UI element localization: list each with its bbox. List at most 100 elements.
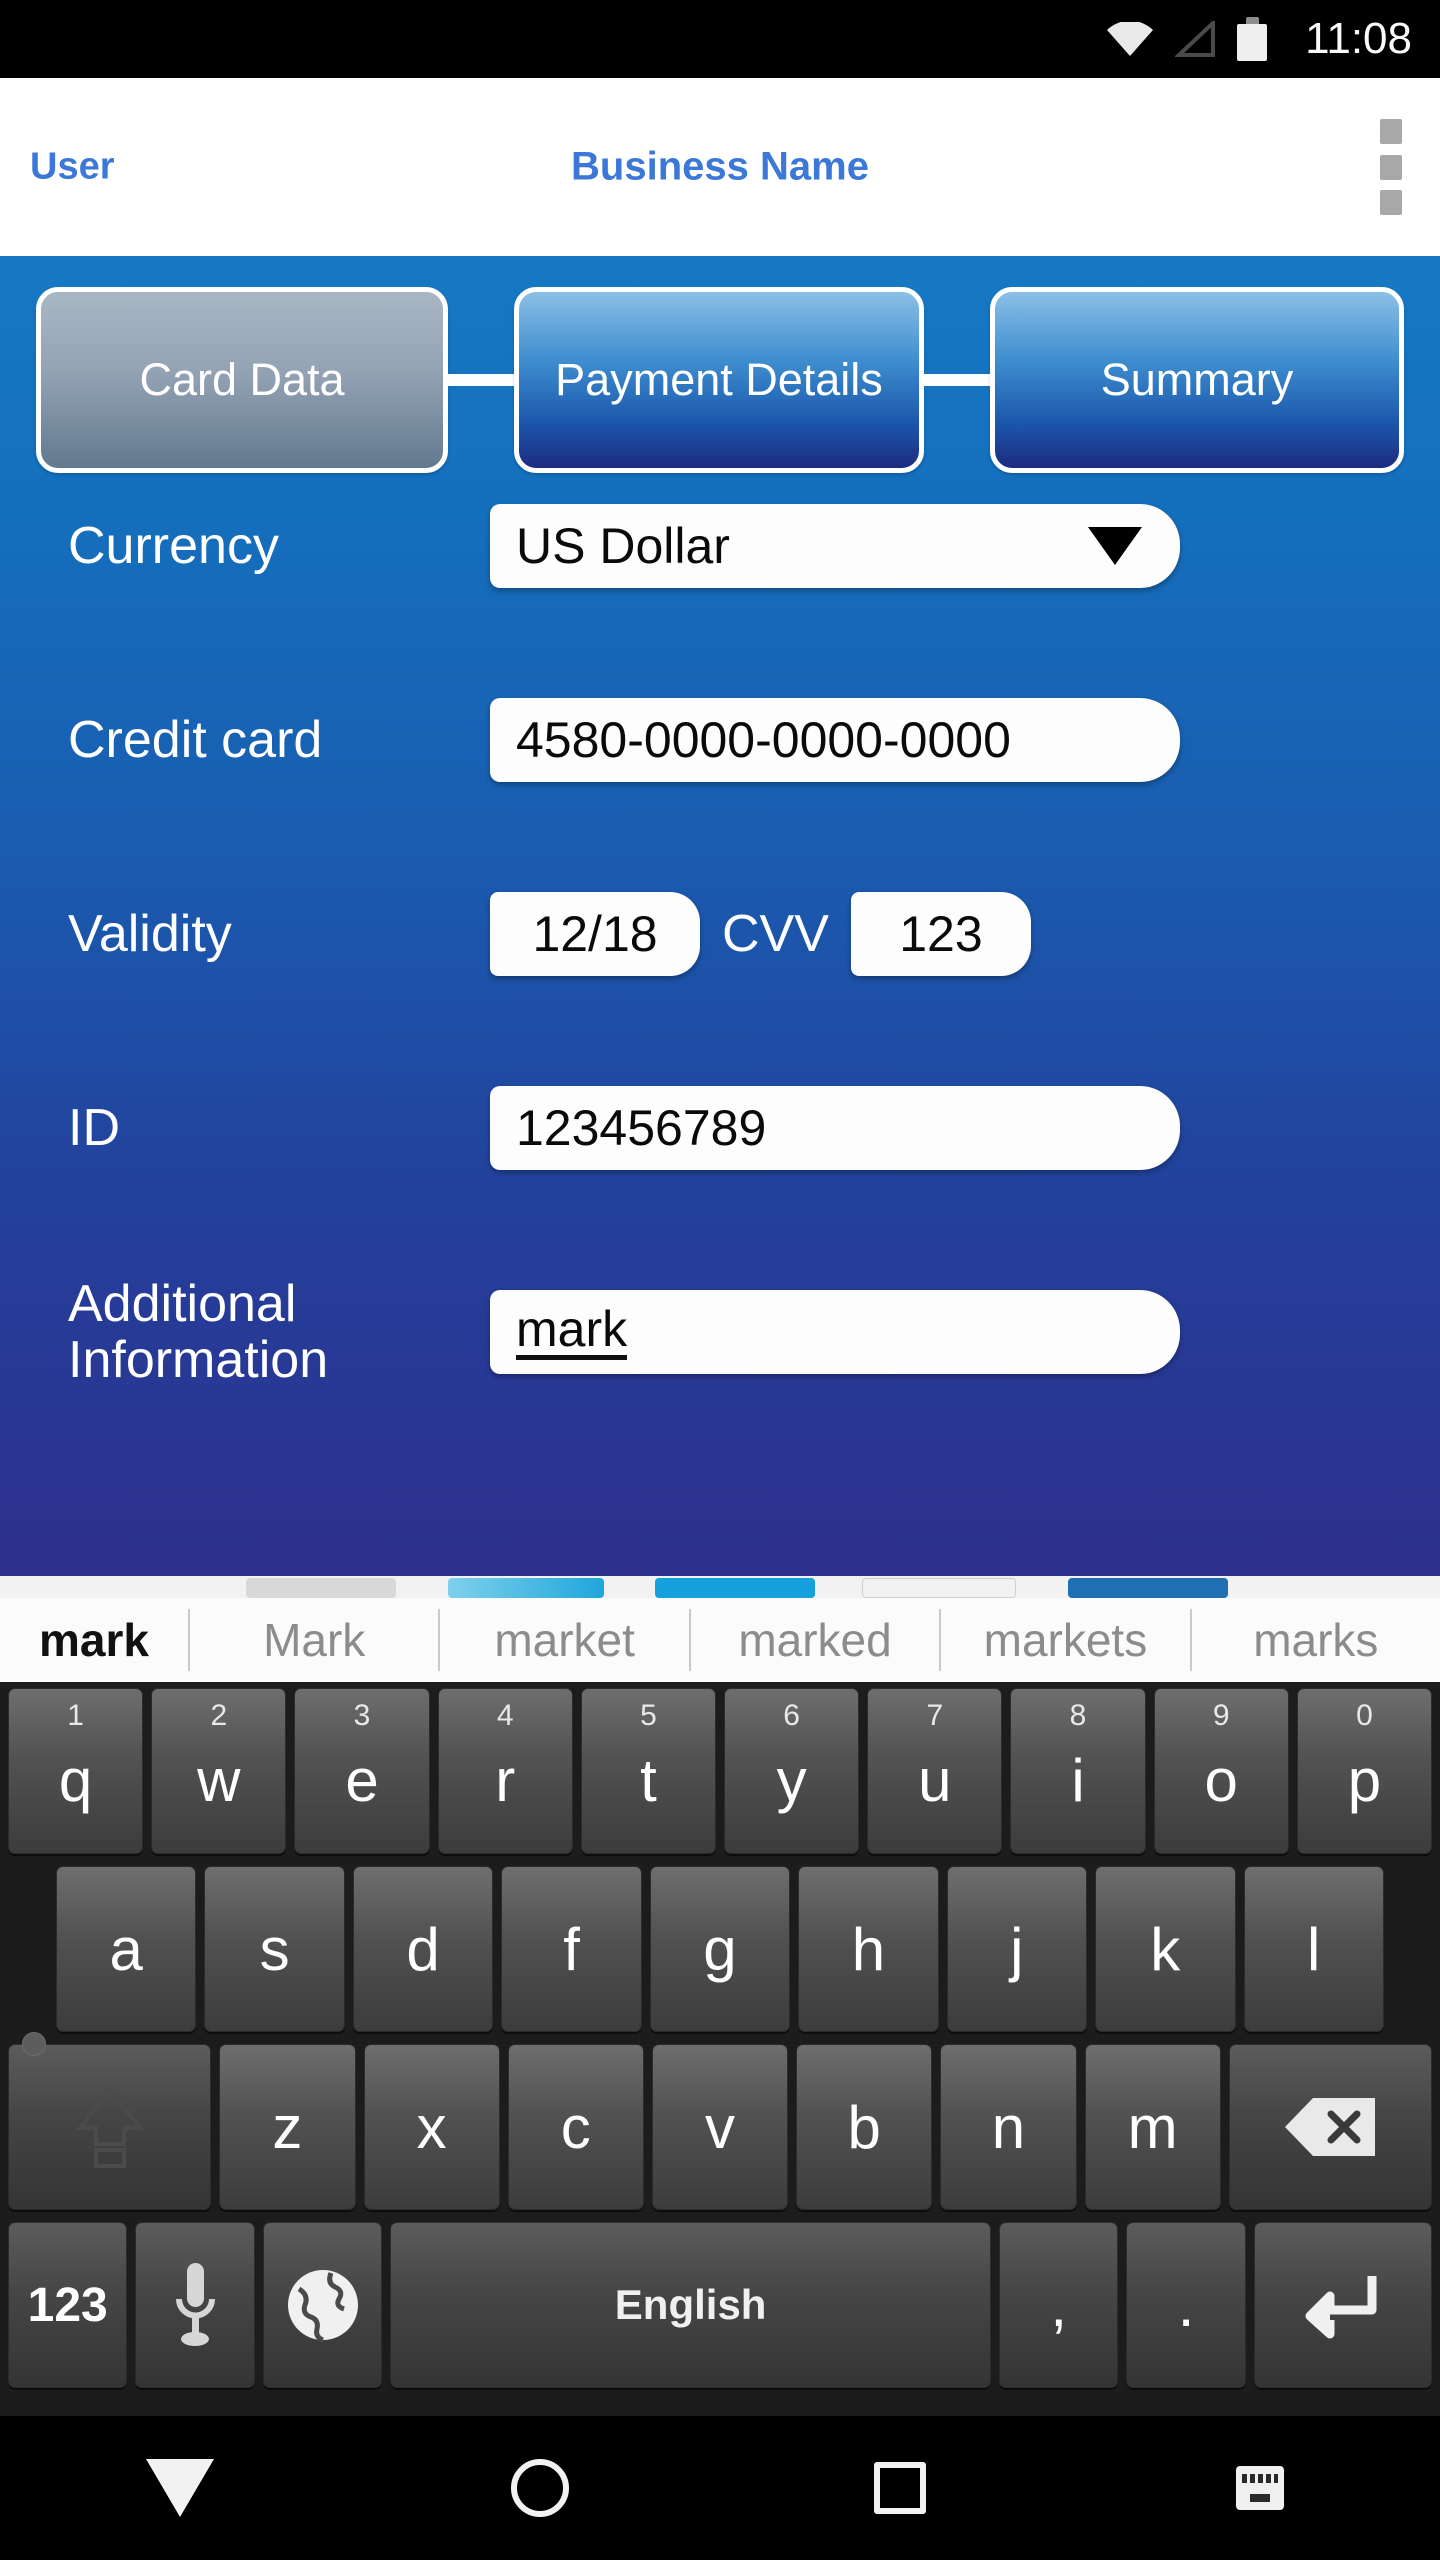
key-v[interactable]: v (651, 2044, 789, 2210)
suggestion-item[interactable]: markets (941, 1609, 1192, 1671)
key-t[interactable]: 5t (580, 1688, 717, 1854)
key-s[interactable]: s (204, 1866, 345, 2032)
key-o[interactable]: 9o (1153, 1688, 1289, 1854)
cell-signal-icon (1174, 18, 1216, 57)
overflow-menu-icon[interactable] (1378, 119, 1404, 215)
nav-home-button[interactable] (360, 2416, 720, 2560)
validity-input[interactable]: 12/18 (490, 892, 700, 976)
suggestion-item[interactable]: market (440, 1609, 691, 1671)
nav-recents-icon (874, 2462, 926, 2514)
key-hint: 2 (210, 1699, 228, 1732)
key-n[interactable]: n (940, 2044, 1077, 2210)
key-q[interactable]: 1q (8, 1688, 144, 1854)
app-thumb-2 (448, 1578, 604, 1598)
key-i[interactable]: 8i (1010, 1688, 1146, 1854)
key-g[interactable]: g (649, 1866, 791, 2032)
key-k[interactable]: k (1095, 1866, 1236, 2032)
keyboard-row-1: 1q 2w 3e 4r 5t 6y 7u 8i 9o 0p (0, 1682, 1440, 1860)
credit-card-value: 4580-0000-0000-0000 (516, 712, 1011, 768)
step-connector-2 (924, 374, 990, 386)
card-data-form: Currency US Dollar Credit card 4580-0000… (0, 504, 1440, 1388)
step-connector-1 (448, 374, 514, 386)
key-u[interactable]: 7u (867, 1688, 1003, 1854)
app-thumb-3 (655, 1578, 815, 1598)
status-icons: 11:08 (1107, 14, 1412, 64)
key-a[interactable]: a (56, 1866, 197, 2032)
key-j[interactable]: j (946, 1866, 1088, 2032)
microphone-icon (171, 2259, 219, 2351)
key-m[interactable]: m (1084, 2044, 1221, 2210)
id-input[interactable]: 123456789 (490, 1086, 1180, 1170)
key-b[interactable]: b (796, 2044, 933, 2210)
key-f[interactable]: f (501, 1866, 642, 2032)
key-h[interactable]: h (798, 1866, 939, 2032)
app-bar-user-label[interactable]: User (30, 146, 115, 189)
credit-card-row: Credit card 4580-0000-0000-0000 (0, 698, 1440, 782)
period-key[interactable]: . (1126, 2222, 1246, 2388)
validity-label: Validity (68, 904, 232, 963)
step-tab-card-data[interactable]: Card Data (36, 287, 448, 473)
shift-state-dot (21, 2032, 46, 2056)
additional-information-input[interactable]: mark (490, 1290, 1180, 1375)
nav-keyboard-icon (1234, 2464, 1286, 2512)
suggestion-item[interactable]: Mark (190, 1609, 441, 1671)
cvv-label: CVV (722, 905, 829, 963)
id-value: 123456789 (516, 1100, 767, 1156)
shift-icon (21, 2032, 146, 2170)
chevron-down-icon (1088, 527, 1142, 565)
cvv-value: 123 (899, 906, 983, 962)
step-indicator: Card Data Payment Details Summary (0, 280, 1440, 480)
key-d[interactable]: d (352, 1866, 494, 2032)
app-thumb-1 (246, 1578, 396, 1598)
key-r[interactable]: 4r (437, 1688, 573, 1854)
status-clock: 11:08 (1305, 14, 1412, 63)
nav-recents-button[interactable] (720, 2416, 1080, 2560)
key-hint: 0 (1356, 1699, 1373, 1732)
enter-key[interactable] (1253, 2222, 1432, 2388)
nav-home-icon (511, 2459, 569, 2517)
key-hint: 6 (783, 1699, 800, 1732)
currency-value: US Dollar (516, 518, 730, 574)
key-w[interactable]: 2w (151, 1688, 287, 1854)
nav-back-icon (146, 2459, 214, 2517)
enter-key-icon (1304, 2270, 1382, 2340)
key-p[interactable]: 0p (1296, 1688, 1433, 1854)
battery-icon (1237, 17, 1268, 61)
voice-input-key[interactable] (135, 2222, 255, 2388)
language-switch-key[interactable] (262, 2222, 383, 2388)
key-c[interactable]: c (507, 2044, 644, 2210)
id-row: ID 123456789 (0, 1086, 1440, 1170)
key-x[interactable]: x (363, 2044, 500, 2210)
shift-key[interactable] (8, 2032, 212, 2210)
credit-card-input[interactable]: 4580-0000-0000-0000 (490, 698, 1180, 782)
app-bar: User Business Name (0, 78, 1440, 256)
backspace-key[interactable] (1228, 2044, 1433, 2210)
cvv-input[interactable]: 123 (850, 892, 1031, 976)
app-thumb-4 (862, 1578, 1016, 1598)
soft-keyboard: mark Mark market marked markets marks 1q… (0, 1576, 1440, 2416)
keyboard-row-4: 123 English , . (0, 2216, 1440, 2394)
nav-keyboard-button[interactable] (1080, 2416, 1440, 2560)
comma-key[interactable]: , (999, 2222, 1119, 2388)
suggestion-bar: mark Mark market marked markets marks (0, 1598, 1440, 1682)
step-tab-payment-details[interactable]: Payment Details (514, 287, 924, 473)
number-mode-key[interactable]: 123 (8, 2222, 128, 2388)
key-hint: 5 (640, 1699, 657, 1732)
key-y[interactable]: 6y (724, 1688, 860, 1854)
nav-back-button[interactable] (0, 2416, 360, 2560)
key-z[interactable]: z (219, 2044, 356, 2210)
key-e[interactable]: 3e (294, 1688, 430, 1854)
key-l[interactable]: l (1243, 1866, 1384, 2032)
key-label: y (776, 1746, 807, 1814)
suggestion-item[interactable]: marked (691, 1609, 942, 1671)
key-hint: 9 (1212, 1699, 1230, 1732)
app-suggestion-strip (0, 1576, 1440, 1598)
key-hint: 7 (926, 1699, 944, 1732)
key-hint: 8 (1069, 1699, 1087, 1732)
suggestion-item[interactable]: marks (1192, 1609, 1440, 1671)
suggestion-item[interactable]: mark (0, 1609, 190, 1671)
validity-value: 12/18 (532, 906, 658, 962)
currency-select[interactable]: US Dollar (490, 504, 1180, 588)
step-tab-summary[interactable]: Summary (990, 287, 1404, 473)
space-key[interactable]: English (390, 2222, 992, 2388)
